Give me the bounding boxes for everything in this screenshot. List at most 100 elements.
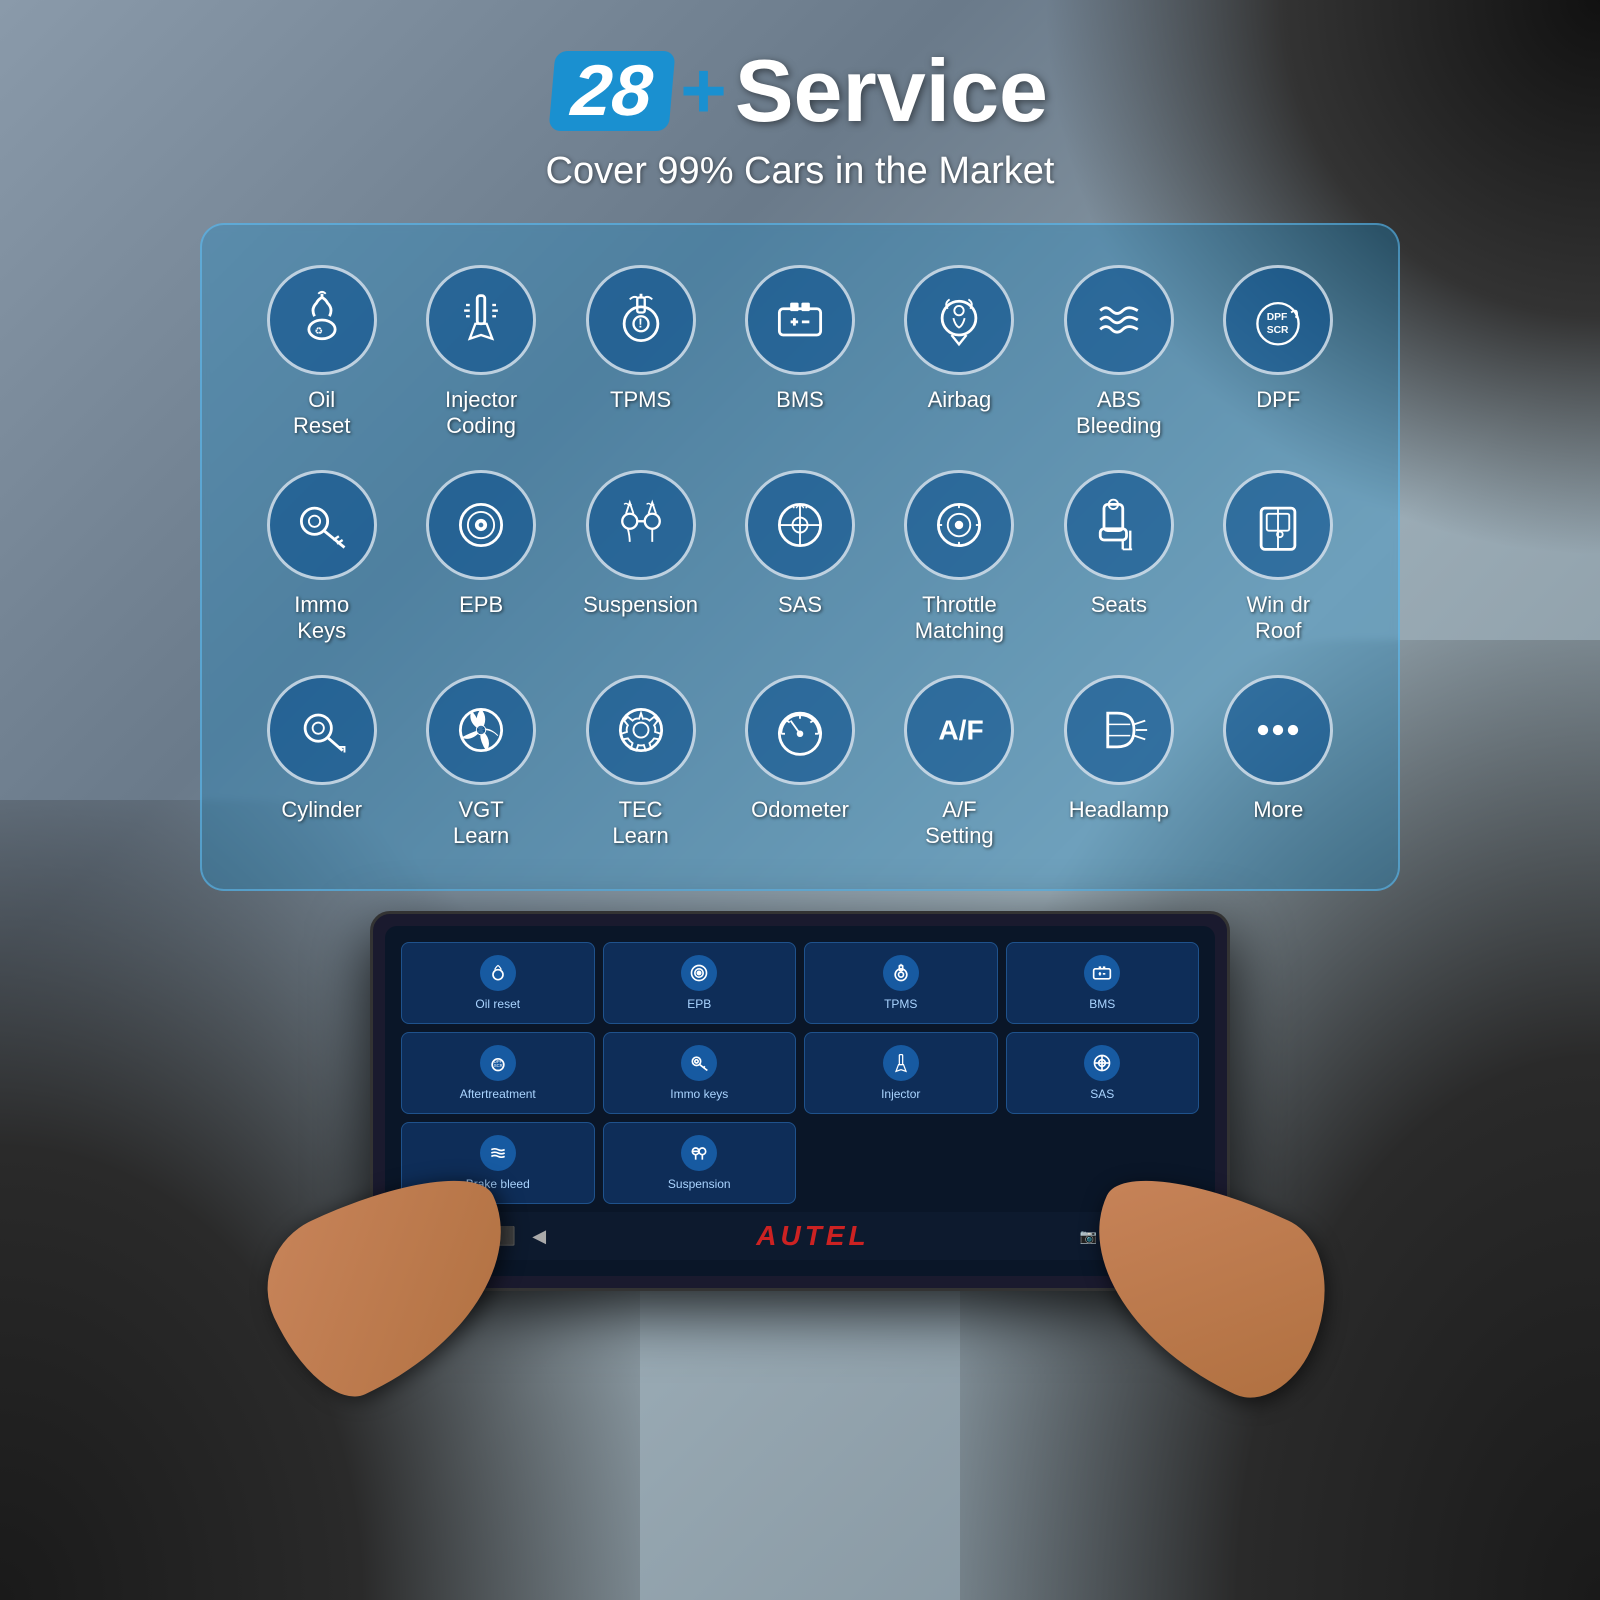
suspension-icon-circle [586, 470, 696, 580]
seats-label: Seats [1091, 592, 1147, 618]
throttle-matching-icon [929, 495, 989, 555]
more-label: More [1253, 797, 1303, 823]
svg-text:SCR: SCR [494, 1064, 503, 1069]
sas-icon-circle [745, 470, 855, 580]
tablet-item-epb[interactable]: EPB [603, 942, 797, 1024]
oil-reset-label: OilReset [293, 387, 350, 440]
tablet-item-suspension[interactable]: Suspension [603, 1122, 797, 1204]
device-container: Oil reset EPB TPMS [370, 911, 1230, 1291]
service-grid: ♻ OilReset [252, 265, 1348, 849]
service-item-airbag[interactable]: Airbag [890, 265, 1029, 440]
service-item-bms[interactable]: BMS [730, 265, 869, 440]
tablet-sas-icon [1084, 1045, 1120, 1081]
immo-keys-icon-circle [267, 470, 377, 580]
abs-bleeding-icon [1089, 290, 1149, 350]
tablet-item-oil-reset[interactable]: Oil reset [401, 942, 595, 1024]
airbag-icon [929, 290, 989, 350]
service-item-sas[interactable]: SAS [730, 470, 869, 645]
tablet-item-immo-keys[interactable]: Immo keys [603, 1032, 797, 1114]
service-item-dpf[interactable]: DPF SCR DPF [1209, 265, 1348, 440]
tablet-epb-icon [681, 955, 717, 991]
tablet-suspension-label: Suspension [668, 1177, 731, 1191]
dpf-icon: DPF SCR [1248, 290, 1308, 350]
vgt-learn-icon [451, 700, 511, 760]
service-item-immo-keys[interactable]: ImmoKeys [252, 470, 391, 645]
service-item-cylinder[interactable]: Cylinder [252, 675, 391, 850]
svg-text:A/F: A/F [939, 714, 984, 745]
epb-label: EPB [459, 592, 503, 618]
tablet-tpms-label: TPMS [884, 997, 917, 1011]
header-title: 28 + Service [546, 40, 1055, 142]
service-panel: ♻ OilReset [200, 223, 1400, 891]
service-item-more[interactable]: More [1209, 675, 1348, 850]
tpms-icon: ! [611, 290, 671, 350]
headlamp-icon-circle [1064, 675, 1174, 785]
injector-coding-label: InjectorCoding [445, 387, 517, 440]
service-item-win-dr-roof[interactable]: Win drRoof [1209, 470, 1348, 645]
epb-icon-circle [426, 470, 536, 580]
service-item-tec-learn[interactable]: TECLearn [571, 675, 710, 850]
af-setting-icon-circle: A/F [904, 675, 1014, 785]
af-setting-icon: A/F [929, 700, 989, 760]
service-item-odometer[interactable]: Odometer [730, 675, 869, 850]
dpf-icon-circle: DPF SCR [1223, 265, 1333, 375]
more-icon-circle [1223, 675, 1333, 785]
tablet-oil-reset-label: Oil reset [475, 997, 520, 1011]
autel-logo: AUTEL [756, 1220, 869, 1252]
tablet-oil-reset-icon [480, 955, 516, 991]
service-item-injector-coding[interactable]: InjectorCoding [411, 265, 550, 440]
seats-icon-circle [1064, 470, 1174, 580]
tec-learn-icon [611, 700, 671, 760]
service-item-seats[interactable]: Seats [1049, 470, 1188, 645]
service-item-suspension[interactable]: Suspension [571, 470, 710, 645]
service-item-af-setting[interactable]: A/F A/FSetting [890, 675, 1029, 850]
tablet-sas-label: SAS [1090, 1087, 1114, 1101]
tablet-item-bms[interactable]: BMS [1006, 942, 1200, 1024]
service-item-oil-reset[interactable]: ♻ OilReset [252, 265, 391, 440]
tablet-aftertreatment-label: Aftertreatment [460, 1087, 536, 1101]
immo-keys-icon [292, 495, 352, 555]
tec-learn-icon-circle [586, 675, 696, 785]
service-item-vgt-learn[interactable]: VGTLearn [411, 675, 550, 850]
throttle-matching-icon-circle [904, 470, 1014, 580]
tablet-immo-keys-label: Immo keys [670, 1087, 728, 1101]
tablet-item-sas[interactable]: SAS [1006, 1032, 1200, 1114]
svg-text:SCR: SCR [1267, 325, 1289, 336]
tablet-item-injector[interactable]: Injector [804, 1032, 998, 1114]
subtitle: Cover 99% Cars in the Market [546, 150, 1055, 193]
oil-reset-icon-circle: ♻ [267, 265, 377, 375]
vgt-learn-icon-circle [426, 675, 536, 785]
airbag-icon-circle [904, 265, 1014, 375]
svg-text:♻: ♻ [314, 326, 322, 336]
airbag-label: Airbag [928, 387, 992, 413]
odometer-icon [770, 700, 830, 760]
service-item-epb[interactable]: EPB [411, 470, 550, 645]
header: 28 + Service Cover 99% Cars in the Marke… [546, 40, 1055, 193]
tablet-injector-icon [883, 1045, 919, 1081]
dpf-label: DPF [1256, 387, 1300, 413]
tablet-bottom-bar: 🏠 📱 ⬛ ◀ AUTEL 📷 75% | 1:53 AM [401, 1212, 1199, 1260]
tablet-item-aftertreatment[interactable]: DPFSCR Aftertreatment [401, 1032, 595, 1114]
abs-bleeding-label: ABSBleeding [1076, 387, 1162, 440]
throttle-matching-label: ThrottleMatching [915, 592, 1004, 645]
tablet-item-tpms[interactable]: TPMS [804, 942, 998, 1024]
win-dr-roof-icon [1248, 495, 1308, 555]
svg-text:DPF: DPF [1267, 312, 1288, 323]
injector-coding-icon-circle [426, 265, 536, 375]
svg-text:!: ! [638, 316, 642, 331]
service-count: 28 [549, 51, 676, 131]
more-icon [1248, 700, 1308, 760]
tablet-brake-bleed-icon [480, 1135, 516, 1171]
odometer-icon-circle [745, 675, 855, 785]
service-item-headlamp[interactable]: Headlamp [1049, 675, 1188, 850]
service-item-throttle-matching[interactable]: ThrottleMatching [890, 470, 1029, 645]
plus-sign: + [680, 45, 727, 137]
tablet-bms-icon [1084, 955, 1120, 991]
tablet-bms-label: BMS [1089, 997, 1115, 1011]
injector-coding-icon [451, 290, 511, 350]
af-setting-label: A/FSetting [925, 797, 994, 850]
service-item-abs-bleeding[interactable]: ABSBleeding [1049, 265, 1188, 440]
service-item-tpms[interactable]: ! TPMS [571, 265, 710, 440]
tablet-screen: Oil reset EPB TPMS [385, 926, 1215, 1276]
win-dr-roof-label: Win drRoof [1247, 592, 1311, 645]
